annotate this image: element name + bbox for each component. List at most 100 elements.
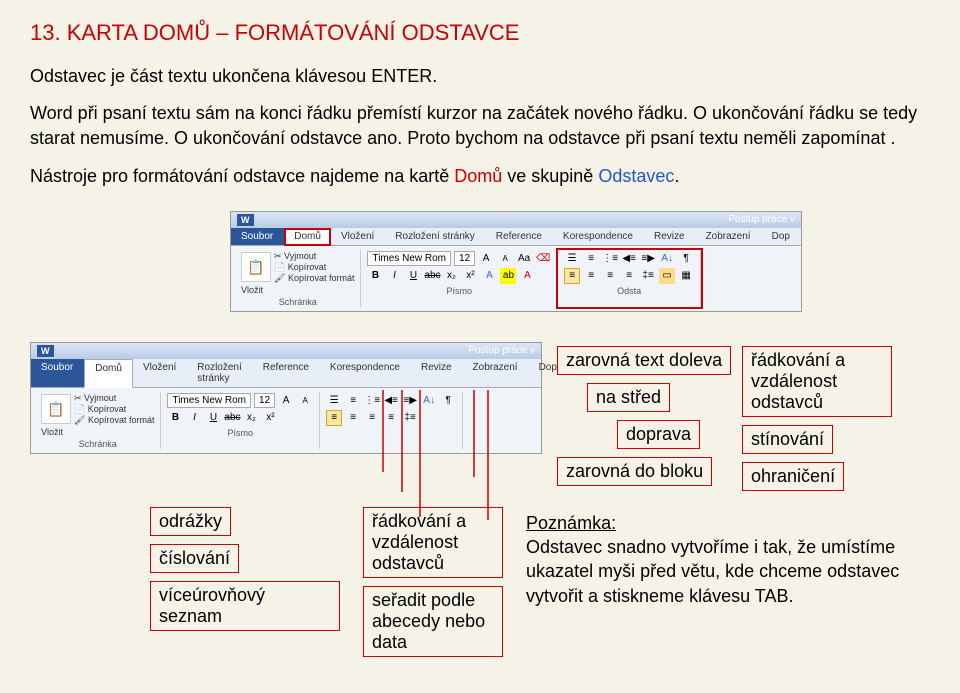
- sub2-icon[interactable]: x₂: [243, 410, 259, 426]
- clipboard2-label: Schránka: [41, 439, 154, 449]
- group-paragraph: ☰ ≡ ⋮≡ ◀≡ ≡▶ A↓ ¶ ≡ ≡ ≡ ≡ ‡≡ ▭ ▦ Odsta: [558, 250, 701, 307]
- sort-icon[interactable]: A↓: [659, 251, 675, 267]
- tab-home[interactable]: Domů: [284, 228, 331, 246]
- sort2-icon[interactable]: A↓: [421, 393, 437, 409]
- ribbon2-tabs: Soubor Domů Vložení Rozložení stránky Re…: [31, 359, 541, 388]
- note-label: Poznámka:: [526, 513, 616, 533]
- tab2-insert[interactable]: Vložení: [133, 359, 187, 387]
- callout-alignjustify: zarovná do bloku: [557, 457, 712, 486]
- lower-diagram: W Postup práce v Soubor Domů Vložení Roz…: [30, 342, 930, 661]
- bullets-icon[interactable]: ☰: [564, 251, 580, 267]
- underline2-icon[interactable]: U: [205, 410, 221, 426]
- strike2-icon[interactable]: abc: [224, 410, 240, 426]
- texteffects-icon[interactable]: A: [481, 268, 497, 284]
- window-title: Postup práce v: [728, 214, 795, 225]
- group-clipboard: 📋 ✂ Vyjmout 📄 Kopírovat 🖌 Kopírovat form…: [235, 250, 361, 307]
- word-icon: W: [237, 214, 254, 226]
- cut2-button[interactable]: ✂ Vyjmout: [74, 393, 154, 404]
- tab2-refs[interactable]: Reference: [253, 359, 320, 387]
- align-right2-icon[interactable]: ≡: [364, 410, 380, 426]
- font2-name[interactable]: Times New Rom: [167, 393, 251, 408]
- grow-font-icon[interactable]: A: [478, 251, 494, 267]
- inc-indent-icon[interactable]: ≡▶: [640, 251, 656, 267]
- tab-layout[interactable]: Rozložení stránky: [385, 228, 485, 245]
- ribbon2-titlebar: W Postup práce v: [31, 343, 541, 359]
- fontcolor-icon[interactable]: A: [519, 268, 535, 284]
- tab-view[interactable]: Zobrazení: [696, 228, 762, 245]
- inc-indent2-icon[interactable]: ≡▶: [402, 393, 418, 409]
- font-label: Písmo: [367, 286, 551, 296]
- align-justify-icon[interactable]: ≡: [621, 268, 637, 284]
- callout-shading: stínování: [742, 425, 833, 454]
- group-font: Times New Rom 12 A A Aa ⌫ B I U abc x₂ x…: [361, 250, 558, 307]
- callout-borders: ohraničení: [742, 462, 844, 491]
- borders-icon[interactable]: ▦: [678, 268, 694, 284]
- callout-sort: seřadit podle abecedy nebo data: [363, 586, 503, 657]
- copy2-button[interactable]: 📄 Kopírovat: [74, 404, 154, 415]
- multilevel2-icon[interactable]: ⋮≡: [364, 393, 380, 409]
- multilevel-icon[interactable]: ⋮≡: [602, 251, 618, 267]
- subscript-icon[interactable]: x₂: [443, 268, 459, 284]
- tab-file[interactable]: Soubor: [231, 228, 284, 245]
- p3-a: Nástroje pro formátování odstavce najdem…: [30, 166, 454, 186]
- tab-refs[interactable]: Reference: [486, 228, 553, 245]
- paste-label: Vložit: [241, 285, 354, 295]
- align-right-icon[interactable]: ≡: [602, 268, 618, 284]
- cut-button[interactable]: ✂ Vyjmout: [274, 251, 354, 262]
- align-center-icon[interactable]: ≡: [583, 268, 599, 284]
- grow2-icon[interactable]: A: [278, 393, 294, 409]
- tab-dop[interactable]: Dop: [762, 228, 801, 245]
- bold2-icon[interactable]: B: [167, 410, 183, 426]
- tab2-layout[interactable]: Rozložení stránky: [187, 359, 252, 387]
- pilcrow2-icon[interactable]: ¶: [440, 393, 456, 409]
- tab2-mail[interactable]: Korespondence: [320, 359, 411, 387]
- numbering2-icon[interactable]: ≡: [345, 393, 361, 409]
- paste2-button[interactable]: 📋: [41, 394, 71, 424]
- font2-label: Písmo: [167, 428, 313, 438]
- align-justify2-icon[interactable]: ≡: [383, 410, 399, 426]
- bold-icon[interactable]: B: [367, 268, 383, 284]
- strike-icon[interactable]: abc: [424, 268, 440, 284]
- italic-icon[interactable]: I: [386, 268, 402, 284]
- tab-insert[interactable]: Vložení: [331, 228, 385, 245]
- tab-mail[interactable]: Korespondence: [553, 228, 644, 245]
- highlight-icon[interactable]: ab: [500, 268, 516, 284]
- align-center2-icon[interactable]: ≡: [345, 410, 361, 426]
- sup2-icon[interactable]: x²: [262, 410, 278, 426]
- paste-button[interactable]: 📋: [241, 252, 271, 282]
- shrink2-icon[interactable]: A: [297, 393, 313, 409]
- tab2-file[interactable]: Soubor: [31, 359, 84, 387]
- italic2-icon[interactable]: I: [186, 410, 202, 426]
- copy-button[interactable]: 📄 Kopírovat: [274, 262, 354, 273]
- note-text: Odstavec snadno vytvoříme i tak, že umís…: [526, 537, 899, 606]
- underline-icon[interactable]: U: [405, 268, 421, 284]
- fmtpainter-button[interactable]: 🖌 Kopírovat formát: [274, 273, 354, 284]
- callout-aligncenter: na střed: [587, 383, 670, 412]
- linespacing-icon[interactable]: ‡≡: [640, 268, 656, 284]
- tab2-home[interactable]: Domů: [84, 359, 133, 388]
- showmarks-icon[interactable]: ¶: [678, 251, 694, 267]
- shading-icon[interactable]: ▭: [659, 268, 675, 284]
- ribbon-screenshot-1: W Postup práce v Soubor Domů Vložení Roz…: [230, 211, 802, 312]
- dec-indent2-icon[interactable]: ◀≡: [383, 393, 399, 409]
- fmtpainter2-button[interactable]: 🖌 Kopírovat formát: [74, 415, 154, 426]
- align-left-icon[interactable]: ≡: [564, 268, 580, 284]
- superscript-icon[interactable]: x²: [462, 268, 478, 284]
- callout-multilevel: víceúrovňový seznam: [150, 581, 340, 631]
- group2-clipboard: 📋 ✂ Vyjmout 📄 Kopírovat 🖌 Kopírovat form…: [35, 392, 161, 449]
- font2-size[interactable]: 12: [254, 393, 275, 408]
- tab-review[interactable]: Revize: [644, 228, 696, 245]
- tab2-review[interactable]: Revize: [411, 359, 463, 387]
- tab2-view[interactable]: Zobrazení: [463, 359, 529, 387]
- shrink-font-icon[interactable]: A: [497, 251, 513, 267]
- align-left2-icon[interactable]: ≡: [326, 410, 342, 426]
- change-case-icon[interactable]: Aa: [516, 251, 532, 267]
- numbering-icon[interactable]: ≡: [583, 251, 599, 267]
- font-name-select[interactable]: Times New Rom: [367, 251, 451, 266]
- font-size-select[interactable]: 12: [454, 251, 475, 266]
- clear-fmt-icon[interactable]: ⌫: [535, 251, 551, 267]
- bullets2-icon[interactable]: ☰: [326, 393, 342, 409]
- linespace2-icon[interactable]: ‡≡: [402, 410, 418, 426]
- dec-indent-icon[interactable]: ◀≡: [621, 251, 637, 267]
- callout-alignright: doprava: [617, 420, 700, 449]
